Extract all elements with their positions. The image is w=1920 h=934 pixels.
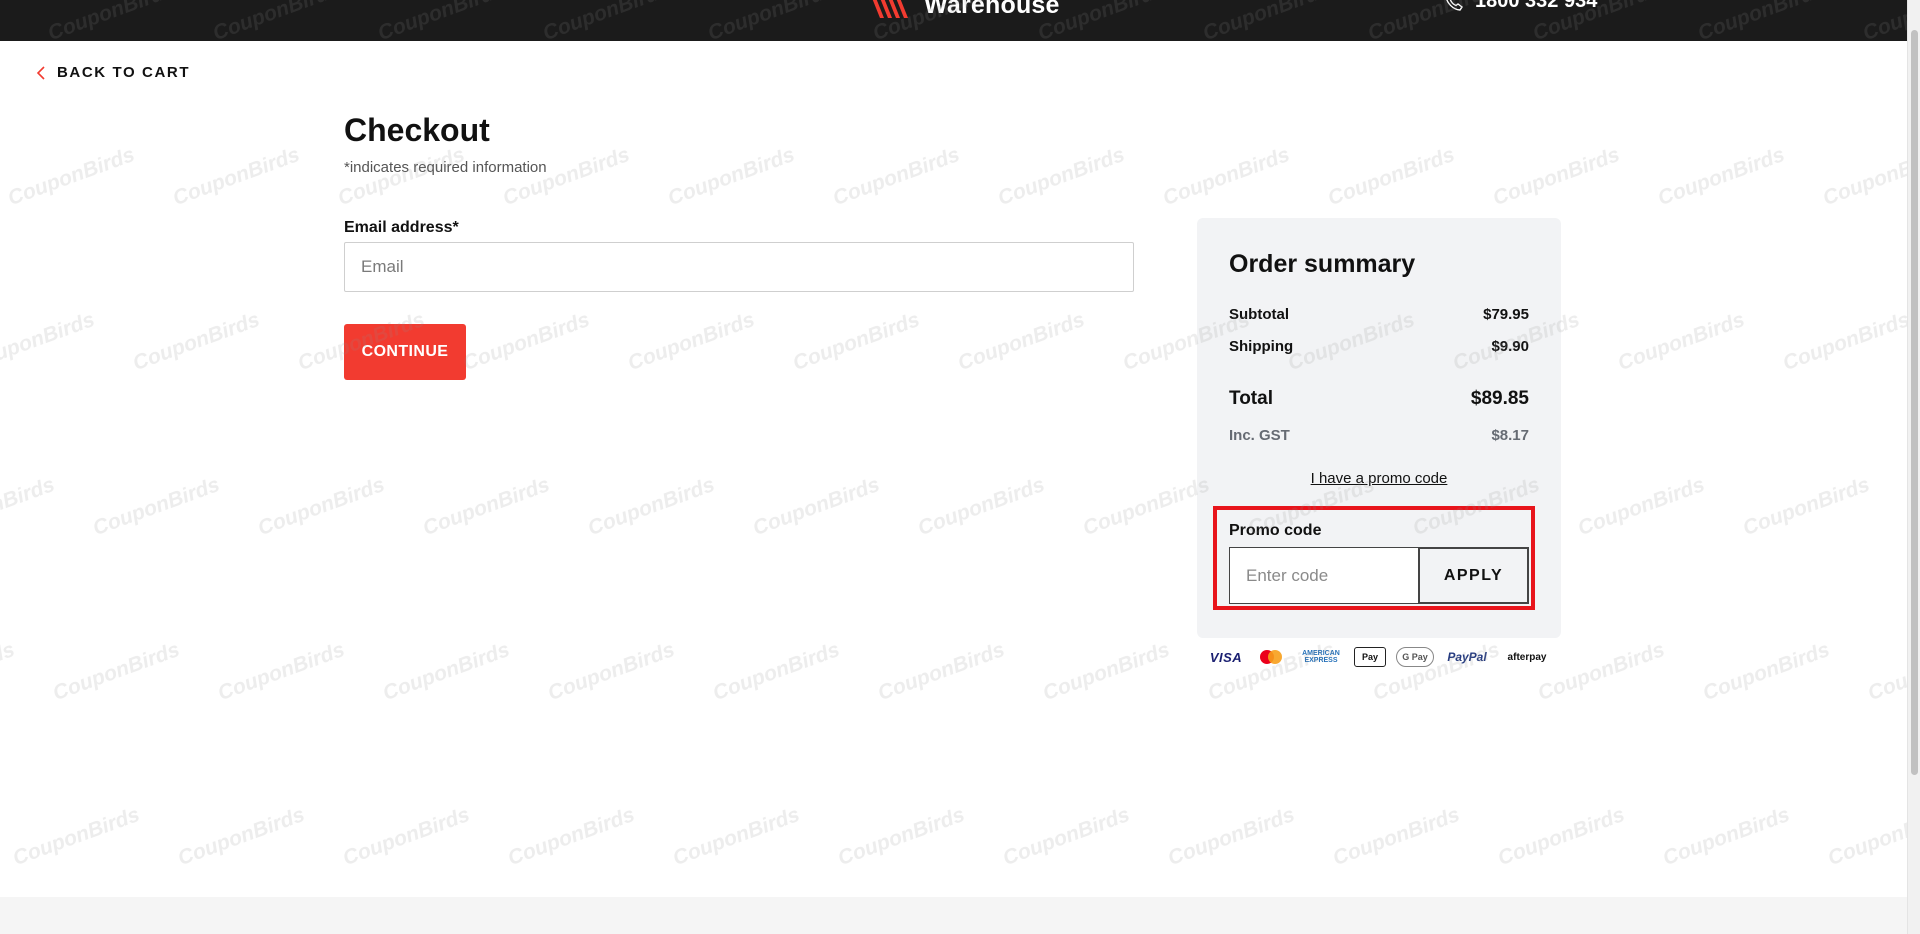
page-title: Checkout: [344, 112, 490, 148]
watermark-text: CouponBirds: [214, 637, 348, 706]
watermark-text: CouponBirds: [339, 802, 473, 871]
watermark-text: CouponBirds: [0, 472, 58, 541]
watermark-text: CouponBirds: [1654, 142, 1788, 211]
watermark-text: CouponBirds: [9, 802, 143, 871]
paypal-icon: PayPal: [1447, 650, 1487, 664]
phone-number: 1800 332 934: [1475, 0, 1598, 12]
payment-methods: VISA AMERICAN EXPRESS Pay G Pay PayPal a…: [1208, 647, 1554, 667]
google-pay-icon: G Pay: [1396, 647, 1434, 667]
watermark-text: CouponBirds: [169, 142, 303, 211]
total-row: Total $89.85: [1229, 388, 1529, 410]
email-label: Email address*: [344, 219, 459, 236]
watermark-text: CouponBirds: [1079, 472, 1213, 541]
afterpay-icon: afterpay: [1507, 651, 1547, 663]
watermark-text: CouponBirds: [1779, 307, 1907, 376]
watermark-text: CouponBirds: [1489, 142, 1623, 211]
page-scrollbar[interactable]: [1907, 0, 1920, 934]
watermark-text: CouponBirds: [709, 637, 843, 706]
watermark-text: CouponBirds: [89, 472, 223, 541]
watermark-text: CouponBirds: [1329, 802, 1463, 871]
mastercard-icon: [1254, 648, 1288, 666]
promo-code-input[interactable]: [1229, 547, 1418, 604]
watermark-text: CouponBirds: [1324, 142, 1458, 211]
watermark-overlay: CouponBirds CouponBirds CouponBirds CouponB…: [0, 0, 1907, 934]
watermark-text: CouponBirds: [504, 802, 638, 871]
promo-code-section: Promo code APPLY: [1213, 506, 1535, 610]
watermark-text: CouponBirds: [624, 307, 758, 376]
shipping-row: Shipping $9.90: [1229, 338, 1529, 355]
shipping-label: Shipping: [1229, 338, 1294, 355]
watermark-text: CouponBirds: [1039, 637, 1173, 706]
required-note: *indicates required information: [344, 159, 547, 176]
subtotal-row: Subtotal $79.95: [1229, 306, 1529, 323]
watermark-text: CouponBirds: [994, 142, 1128, 211]
watermark-text: CouponBirds: [334, 142, 468, 211]
subtotal-value: $79.95: [1483, 306, 1529, 323]
watermark-text: CouponBirds: [1574, 472, 1708, 541]
watermark-text: CouponBirds: [0, 637, 18, 706]
gst-label: Inc. GST: [1229, 427, 1290, 444]
watermark-text: CouponBirds: [0, 307, 98, 376]
visa-icon: VISA: [1209, 649, 1243, 665]
continue-button[interactable]: CONTINUE: [344, 324, 466, 380]
order-summary-title: Order summary: [1229, 250, 1416, 278]
watermark-text: CouponBirds: [459, 307, 593, 376]
brand-logo[interactable]: Warehouse: [866, 0, 1060, 22]
order-summary-panel: Order summary Subtotal $79.95 Shipping $…: [1197, 218, 1561, 638]
apple-pay-icon: Pay: [1354, 647, 1386, 667]
back-to-cart-label: BACK TO CART: [57, 64, 191, 81]
watermark-text: CouponBirds: [749, 472, 883, 541]
email-field[interactable]: [344, 242, 1134, 292]
watermark-text: CouponBirds: [874, 637, 1008, 706]
watermark-text: CouponBirds: [789, 307, 923, 376]
promo-code-toggle-link[interactable]: I have a promo code: [1197, 470, 1561, 487]
watermark-text: CouponBirds: [999, 802, 1133, 871]
watermark-text: CouponBirds: [1864, 637, 1907, 706]
watermark-text: CouponBirds: [1534, 637, 1668, 706]
watermark-text: CouponBirds: [379, 637, 513, 706]
watermark-text: CouponBirds: [1824, 802, 1907, 871]
chevron-left-icon: [36, 65, 45, 80]
watermark-text: CouponBirds: [419, 472, 553, 541]
scrollbar-thumb[interactable]: [1911, 30, 1918, 775]
watermark-text: CouponBirds: [1494, 802, 1628, 871]
watermark-text: CouponBirds: [1159, 142, 1293, 211]
back-to-cart-link[interactable]: BACK TO CART: [36, 64, 190, 81]
watermark-text: CouponBirds: [129, 307, 263, 376]
watermark-text: CouponBirds: [664, 142, 798, 211]
watermark-text: CouponBirds: [954, 307, 1088, 376]
watermark-text: CouponBirds: [544, 637, 678, 706]
watermark-text: CouponBirds: [914, 472, 1048, 541]
watermark-text: CouponBirds: [669, 802, 803, 871]
phone-link[interactable]: 1800 332 934: [1445, 0, 1597, 13]
watermark-text: CouponBirds: [1699, 637, 1833, 706]
phone-icon: [1446, 0, 1463, 11]
watermark-text: CouponBirds: [174, 802, 308, 871]
brand-logo-icon: [872, 0, 908, 18]
amex-icon: AMERICAN EXPRESS: [1302, 650, 1340, 664]
shipping-value: $9.90: [1491, 338, 1529, 355]
watermark-text: CouponBirds: [829, 142, 963, 211]
watermark-text: CouponBirds: [1739, 472, 1873, 541]
total-label: Total: [1229, 388, 1273, 409]
watermark-text: CouponBirds: [1164, 802, 1298, 871]
watermark-text: CouponBirds: [1659, 802, 1793, 871]
watermark-text: CouponBirds: [1614, 307, 1748, 376]
total-value: $89.85: [1470, 388, 1529, 409]
gst-row: Inc. GST $8.17: [1229, 427, 1529, 444]
watermark-text: CouponBirds: [499, 142, 633, 211]
brand-name: Warehouse: [924, 0, 1060, 19]
watermark-text: CouponBirds: [834, 802, 968, 871]
gst-value: $8.17: [1491, 427, 1529, 444]
watermark-text: CouponBirds: [4, 142, 138, 211]
footer-strip: [0, 897, 1907, 934]
watermark-text: CouponBirds: [49, 637, 183, 706]
site-header: Warehouse 1800 332 934: [0, 0, 1907, 41]
subtotal-label: Subtotal: [1229, 306, 1289, 323]
watermark-text: CouponBirds: [254, 472, 388, 541]
promo-code-label: Promo code: [1229, 522, 1322, 539]
watermark-text: CouponBirds: [584, 472, 718, 541]
apply-promo-button[interactable]: APPLY: [1418, 547, 1529, 604]
watermark-text: CouponBirds: [1819, 142, 1907, 211]
